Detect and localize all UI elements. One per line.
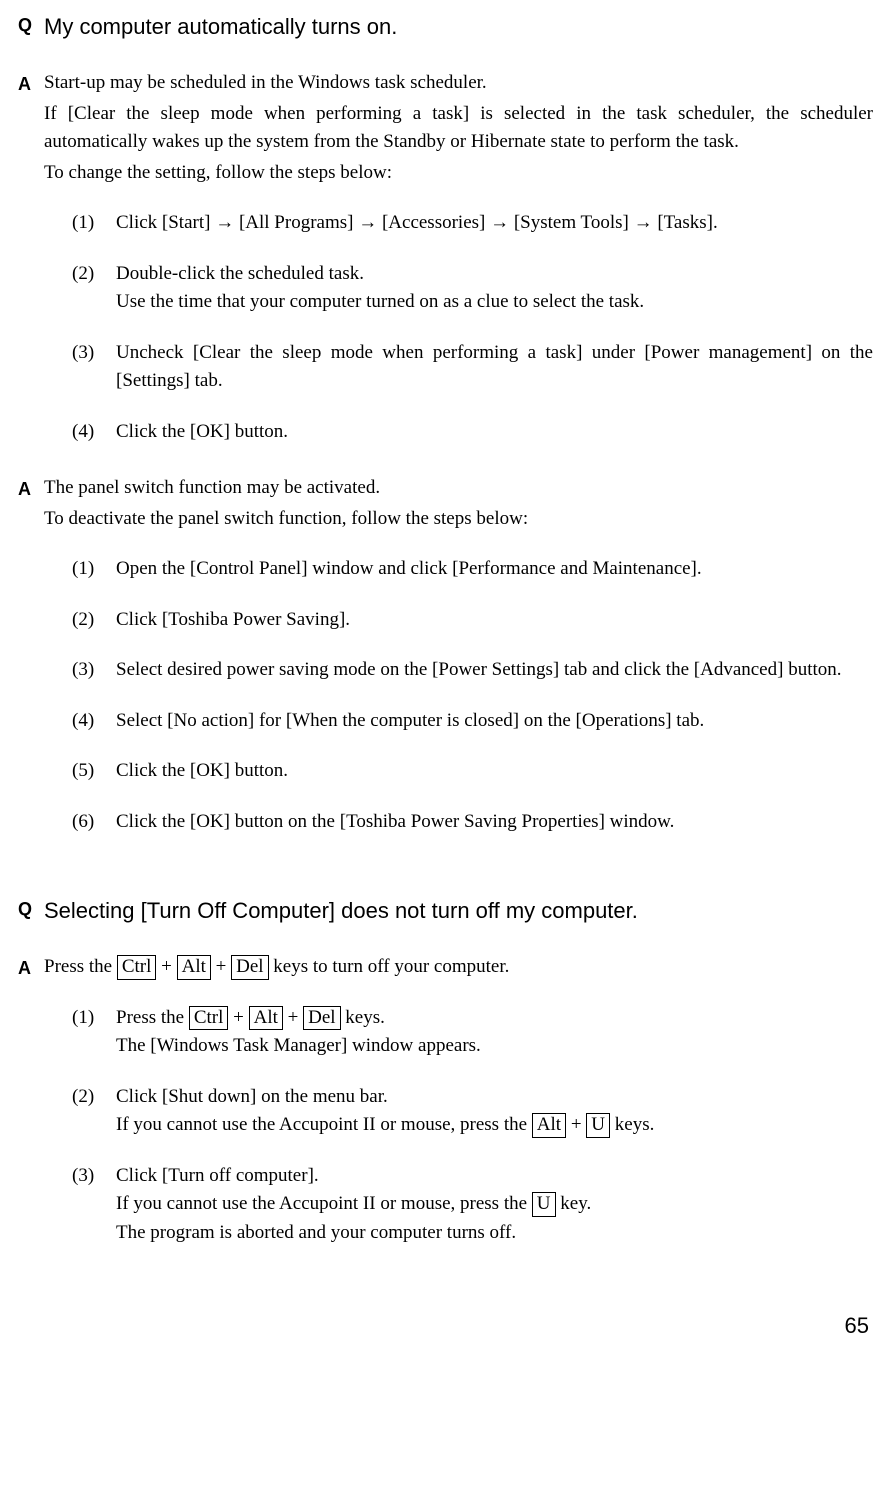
key-alt: Alt <box>177 955 211 980</box>
step-number: (4) <box>72 707 116 736</box>
step: (3) Click [Turn off computer]. If you ca… <box>72 1162 873 1248</box>
step-number: (1) <box>72 555 116 584</box>
paragraph: If [Clear the sleep mode when performing… <box>44 100 873 157</box>
step-line: Use the time that your computer turned o… <box>116 288 873 317</box>
paragraph: To change the setting, follow the steps … <box>44 159 873 188</box>
key-ctrl: Ctrl <box>189 1006 229 1031</box>
step-number: (3) <box>72 656 116 685</box>
step-line: Press the Ctrl + Alt + Del keys. <box>116 1004 873 1033</box>
q-prefix: Q <box>18 10 44 39</box>
step-line: Click [Shut down] on the menu bar. <box>116 1083 873 1112</box>
step: (4) Select [No action] for [When the com… <box>72 707 873 736</box>
key-del: Del <box>303 1006 340 1031</box>
step-text: Select [No action] for [When the compute… <box>116 707 873 736</box>
text: Press the <box>44 956 117 977</box>
step-text: Uncheck [Clear the sleep mode when perfo… <box>116 339 873 396</box>
q-text: Selecting [Turn Off Computer] does not t… <box>44 894 873 927</box>
step-text: Select desired power saving mode on the … <box>116 656 873 685</box>
paragraph: Press the Ctrl + Alt + Del keys to turn … <box>44 953 873 982</box>
text: + <box>211 956 231 977</box>
a-prefix: A <box>18 69 44 98</box>
text: If you cannot use the Accupoint II or mo… <box>116 1114 532 1135</box>
step-line: If you cannot use the Accupoint II or mo… <box>116 1190 873 1219</box>
key-u: U <box>586 1113 610 1138</box>
question-2: Q Selecting [Turn Off Computer] does not… <box>18 894 873 927</box>
a-prefix: A <box>18 474 44 503</box>
step-number: (2) <box>72 606 116 635</box>
paragraph: The panel switch function may be activat… <box>44 474 873 503</box>
text: Press the <box>116 1007 189 1028</box>
step-line: Double-click the scheduled task. <box>116 260 873 289</box>
answer-1: A Start-up may be scheduled in the Windo… <box>18 69 873 468</box>
step-number: (2) <box>72 260 116 289</box>
step-number: (1) <box>72 209 116 238</box>
key-alt: Alt <box>532 1113 566 1138</box>
key-alt: Alt <box>249 1006 283 1031</box>
step-text: Press the Ctrl + Alt + Del keys. The [Wi… <box>116 1004 873 1061</box>
step-text: Click [Toshiba Power Saving]. <box>116 606 873 635</box>
step-line: The program is aborted and your computer… <box>116 1219 873 1248</box>
step-number: (5) <box>72 757 116 786</box>
text: key. <box>556 1193 592 1214</box>
step-number: (6) <box>72 808 116 837</box>
step-text: Click [Start] → [All Programs] → [Access… <box>116 209 873 238</box>
step: (5) Click the [OK] button. <box>72 757 873 786</box>
key-u: U <box>532 1192 556 1217</box>
answer-2: A The panel switch function may be activ… <box>18 474 873 858</box>
step-text: Click the [OK] button on the [Toshiba Po… <box>116 808 873 837</box>
a-prefix: A <box>18 953 44 982</box>
step-number: (1) <box>72 1004 116 1033</box>
text: + <box>156 956 176 977</box>
step: (3) Select desired power saving mode on … <box>72 656 873 685</box>
step: (2) Click [Shut down] on the menu bar. I… <box>72 1083 873 1140</box>
text: + <box>283 1007 303 1028</box>
step-line: If you cannot use the Accupoint II or mo… <box>116 1111 873 1140</box>
step-text: Click [Shut down] on the menu bar. If yo… <box>116 1083 873 1140</box>
text: keys. <box>610 1114 654 1135</box>
step: (6) Click the [OK] button on the [Toshib… <box>72 808 873 837</box>
paragraph: To deactivate the panel switch function,… <box>44 505 873 534</box>
answer-body: Start-up may be scheduled in the Windows… <box>44 69 873 468</box>
q-text: My computer automatically turns on. <box>44 10 873 43</box>
step-line: The [Windows Task Manager] window appear… <box>116 1032 873 1061</box>
step-list: (1) Click [Start] → [All Programs] → [Ac… <box>72 209 873 446</box>
step-text: Click the [OK] button. <box>116 757 873 786</box>
question-1: Q My computer automatically turns on. <box>18 10 873 43</box>
text: If you cannot use the Accupoint II or mo… <box>116 1193 532 1214</box>
step-text: Double-click the scheduled task. Use the… <box>116 260 873 317</box>
key-del: Del <box>231 955 268 980</box>
answer-body: Press the Ctrl + Alt + Del keys to turn … <box>44 953 873 1269</box>
paragraph: Start-up may be scheduled in the Windows… <box>44 69 873 98</box>
text: + <box>566 1114 586 1135</box>
step-number: (4) <box>72 418 116 447</box>
step: (3) Uncheck [Clear the sleep mode when p… <box>72 339 873 396</box>
text: keys. <box>341 1007 385 1028</box>
text: keys to turn off your computer. <box>269 956 510 977</box>
step-line: Click [Turn off computer]. <box>116 1162 873 1191</box>
step: (1) Click [Start] → [All Programs] → [Ac… <box>72 209 873 238</box>
step-text: Click [Turn off computer]. If you cannot… <box>116 1162 873 1248</box>
text: + <box>228 1007 248 1028</box>
key-ctrl: Ctrl <box>117 955 157 980</box>
step: (4) Click the [OK] button. <box>72 418 873 447</box>
step: (2) Click [Toshiba Power Saving]. <box>72 606 873 635</box>
step-list: (1) Open the [Control Panel] window and … <box>72 555 873 836</box>
step: (1) Press the Ctrl + Alt + Del keys. The… <box>72 1004 873 1061</box>
q-prefix: Q <box>18 894 44 923</box>
step: (1) Open the [Control Panel] window and … <box>72 555 873 584</box>
step-text: Click the [OK] button. <box>116 418 873 447</box>
page-number: 65 <box>18 1309 873 1342</box>
step-number: (3) <box>72 339 116 368</box>
answer-body: The panel switch function may be activat… <box>44 474 873 858</box>
step-list: (1) Press the Ctrl + Alt + Del keys. The… <box>72 1004 873 1248</box>
step: (2) Double-click the scheduled task. Use… <box>72 260 873 317</box>
answer-3: A Press the Ctrl + Alt + Del keys to tur… <box>18 953 873 1269</box>
step-text: Open the [Control Panel] window and clic… <box>116 555 873 584</box>
step-number: (2) <box>72 1083 116 1112</box>
step-number: (3) <box>72 1162 116 1191</box>
